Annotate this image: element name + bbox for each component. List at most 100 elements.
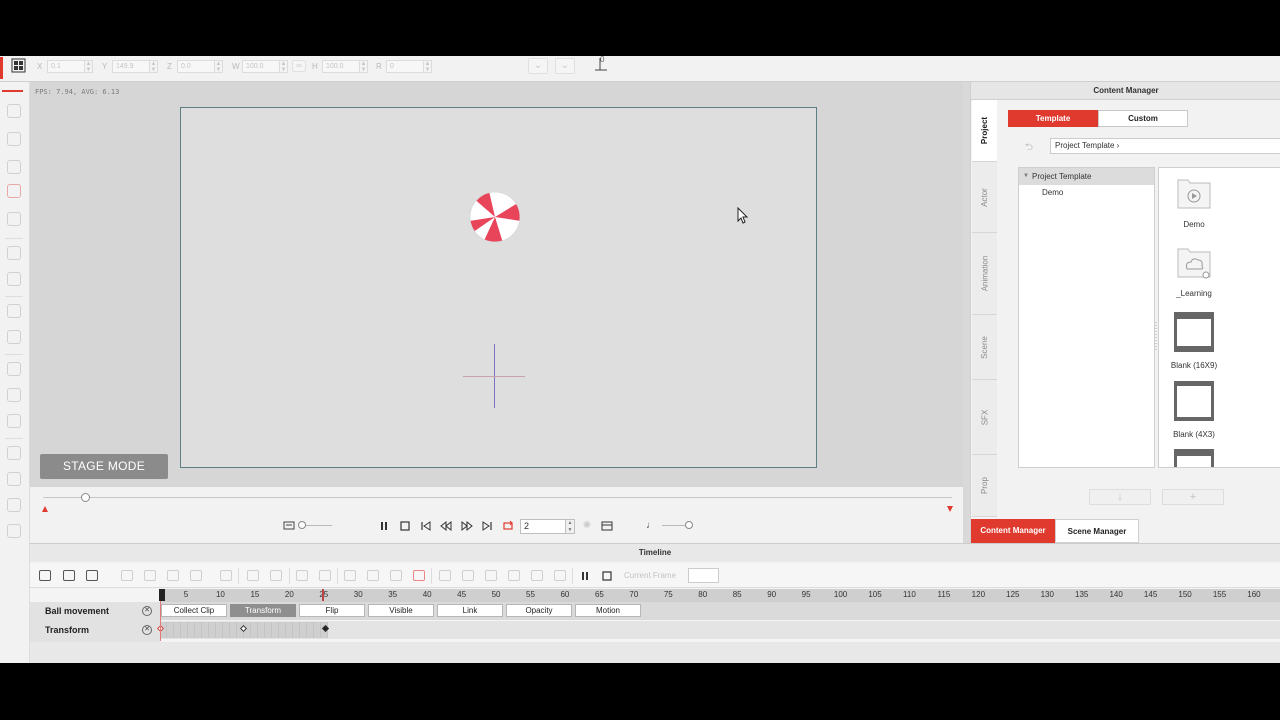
r-field[interactable]: R 0 ▲ ▼	[376, 59, 432, 73]
current-frame-input[interactable]	[688, 568, 719, 583]
collapse-arrow-icon[interactable]: ▼	[1023, 168, 1029, 185]
fit-icon[interactable]	[508, 570, 520, 581]
composer-tool-icon[interactable]	[7, 246, 21, 260]
breadcrumb[interactable]: Project Template ›	[1050, 138, 1280, 154]
y-field[interactable]: Y 149.9 ▲ ▼	[102, 59, 158, 73]
tree-item-demo[interactable]: Demo	[1019, 185, 1154, 200]
chip-motion[interactable]: Motion	[575, 604, 641, 617]
timeline-stop-icon[interactable]	[601, 570, 613, 582]
clear-keys-icon[interactable]	[413, 570, 425, 581]
body-tool-icon[interactable]	[7, 330, 21, 344]
zoom-reset-icon[interactable]	[485, 570, 497, 581]
prev-key-icon[interactable]	[531, 570, 543, 581]
beach-ball-prop[interactable]	[469, 191, 521, 243]
track-ball-movement[interactable]: Ball movement	[45, 606, 109, 616]
tab-project[interactable]: Project	[972, 100, 997, 162]
previous-frame-icon[interactable]	[440, 520, 452, 532]
camera-tool-icon[interactable]	[7, 472, 21, 486]
tl-tool-8-icon[interactable]	[296, 570, 308, 581]
zoom-out-icon[interactable]	[462, 570, 474, 581]
tab-prop[interactable]: Prop	[972, 455, 997, 517]
music-note-icon[interactable]: ♩	[645, 520, 657, 532]
h-spinner[interactable]: ▲ ▼	[360, 59, 368, 73]
chip-link[interactable]: Link	[437, 604, 503, 617]
export-tool-icon[interactable]	[7, 524, 21, 538]
go-to-start-icon[interactable]	[420, 520, 432, 532]
run-tool-icon[interactable]	[7, 414, 21, 428]
tl-tool-6-icon[interactable]	[247, 570, 259, 581]
zoom-display-icon[interactable]	[283, 520, 295, 532]
zoom-slider-handle[interactable]	[298, 521, 306, 529]
tl-tool-2-icon[interactable]	[144, 570, 156, 581]
tab-template[interactable]: Template	[1008, 110, 1098, 127]
move-tool-icon[interactable]	[7, 160, 21, 174]
tl-tool-11-icon[interactable]	[367, 570, 379, 581]
range-end-marker[interactable]	[947, 506, 953, 512]
sprite-tool-icon[interactable]	[7, 184, 21, 198]
close-track-icon[interactable]: ✕	[142, 625, 152, 635]
tl-tool-7-icon[interactable]	[270, 570, 282, 581]
scrub-handle[interactable]	[81, 493, 90, 502]
y-spinner[interactable]: ▲ ▼	[150, 59, 158, 73]
tree-root[interactable]: ▼ Project Template	[1019, 168, 1154, 185]
actor-tool-icon[interactable]	[7, 132, 21, 146]
puppet-tool-icon[interactable]	[7, 272, 21, 286]
next-frame-icon[interactable]	[461, 520, 473, 532]
thumb-learning[interactable]: _Learning	[1159, 245, 1229, 298]
layer-dropdown-icon[interactable]	[86, 570, 98, 581]
x-spinner[interactable]: ▲ ▼	[85, 59, 93, 73]
select-track-icon[interactable]	[63, 570, 75, 581]
path-tool-icon[interactable]	[7, 446, 21, 460]
add-icon[interactable]: +	[1162, 489, 1224, 505]
frame-ruler[interactable]: 5101520253035404550556065707580859095100…	[160, 589, 1280, 602]
tab-custom[interactable]: Custom	[1098, 110, 1188, 127]
w-field[interactable]: W 100.0 ▲ ▼	[232, 59, 288, 73]
grid-icon[interactable]	[11, 58, 26, 73]
loop-icon[interactable]	[502, 520, 514, 532]
settings-sun-icon[interactable]: ✺	[581, 520, 593, 532]
clip-end-marker[interactable]	[322, 589, 324, 601]
tab-sfx[interactable]: SFX	[972, 380, 997, 455]
anchor-control[interactable]: 0	[594, 56, 608, 74]
volume-slider-handle[interactable]	[685, 521, 693, 529]
pause-icon[interactable]	[378, 520, 390, 532]
tab-scene-manager[interactable]: Scene Manager	[1055, 519, 1139, 543]
tl-tool-10-icon[interactable]	[344, 570, 356, 581]
tl-tool-5-icon[interactable]	[220, 570, 232, 581]
timeline-pause-icon[interactable]	[579, 570, 591, 582]
playhead[interactable]	[159, 589, 165, 601]
bone-tool-icon[interactable]	[7, 212, 21, 226]
chip-opacity[interactable]: Opacity	[506, 604, 572, 617]
tl-tool-12-icon[interactable]	[390, 570, 402, 581]
stage-viewport[interactable]: FPS: 7.94, AVG: 6.13 STAGE MODE	[30, 82, 963, 543]
layer-tool-icon[interactable]	[7, 498, 21, 512]
flip-horizontal-icon[interactable]: ⌄	[528, 58, 548, 74]
tab-actor[interactable]: Actor	[972, 162, 997, 233]
select-tool-icon[interactable]	[7, 104, 21, 118]
tab-animation[interactable]: Animation	[972, 233, 997, 315]
stage-canvas[interactable]	[180, 107, 817, 468]
frame-number-input[interactable]: 2	[520, 519, 566, 534]
motion-tool-icon[interactable]	[7, 362, 21, 376]
h-field[interactable]: H 100.0 ▲ ▼	[312, 59, 368, 73]
z-spinner[interactable]: ▲ ▼	[215, 59, 223, 73]
track-transform[interactable]: Transform	[45, 625, 89, 635]
chip-transform[interactable]: Transform	[230, 604, 296, 617]
frame-number-spinner[interactable]: ▲ ▼	[566, 519, 575, 534]
thumb-blank-16x9[interactable]: Blank (16X9)	[1159, 311, 1229, 370]
tl-tool-3-icon[interactable]	[167, 570, 179, 581]
next-key-icon[interactable]	[554, 570, 566, 581]
tl-tool-1-icon[interactable]	[121, 570, 133, 581]
chip-flip[interactable]: Flip	[299, 604, 365, 617]
scrub-track[interactable]	[43, 497, 952, 498]
tab-content-manager[interactable]: Content Manager	[971, 519, 1055, 543]
download-icon[interactable]: ↓	[1089, 489, 1151, 505]
tab-scene[interactable]: Scene	[972, 315, 997, 380]
track-list-icon[interactable]	[39, 570, 51, 581]
z-field[interactable]: Z 0.0 ▲ ▼	[167, 59, 223, 73]
stop-icon[interactable]	[399, 520, 411, 532]
thumb-blank-4x3[interactable]: Blank (4X3)	[1159, 380, 1229, 439]
x-field[interactable]: X 0.1 ▲ ▼	[37, 59, 93, 73]
chip-visible[interactable]: Visible	[368, 604, 434, 617]
w-spinner[interactable]: ▲ ▼	[280, 59, 288, 73]
